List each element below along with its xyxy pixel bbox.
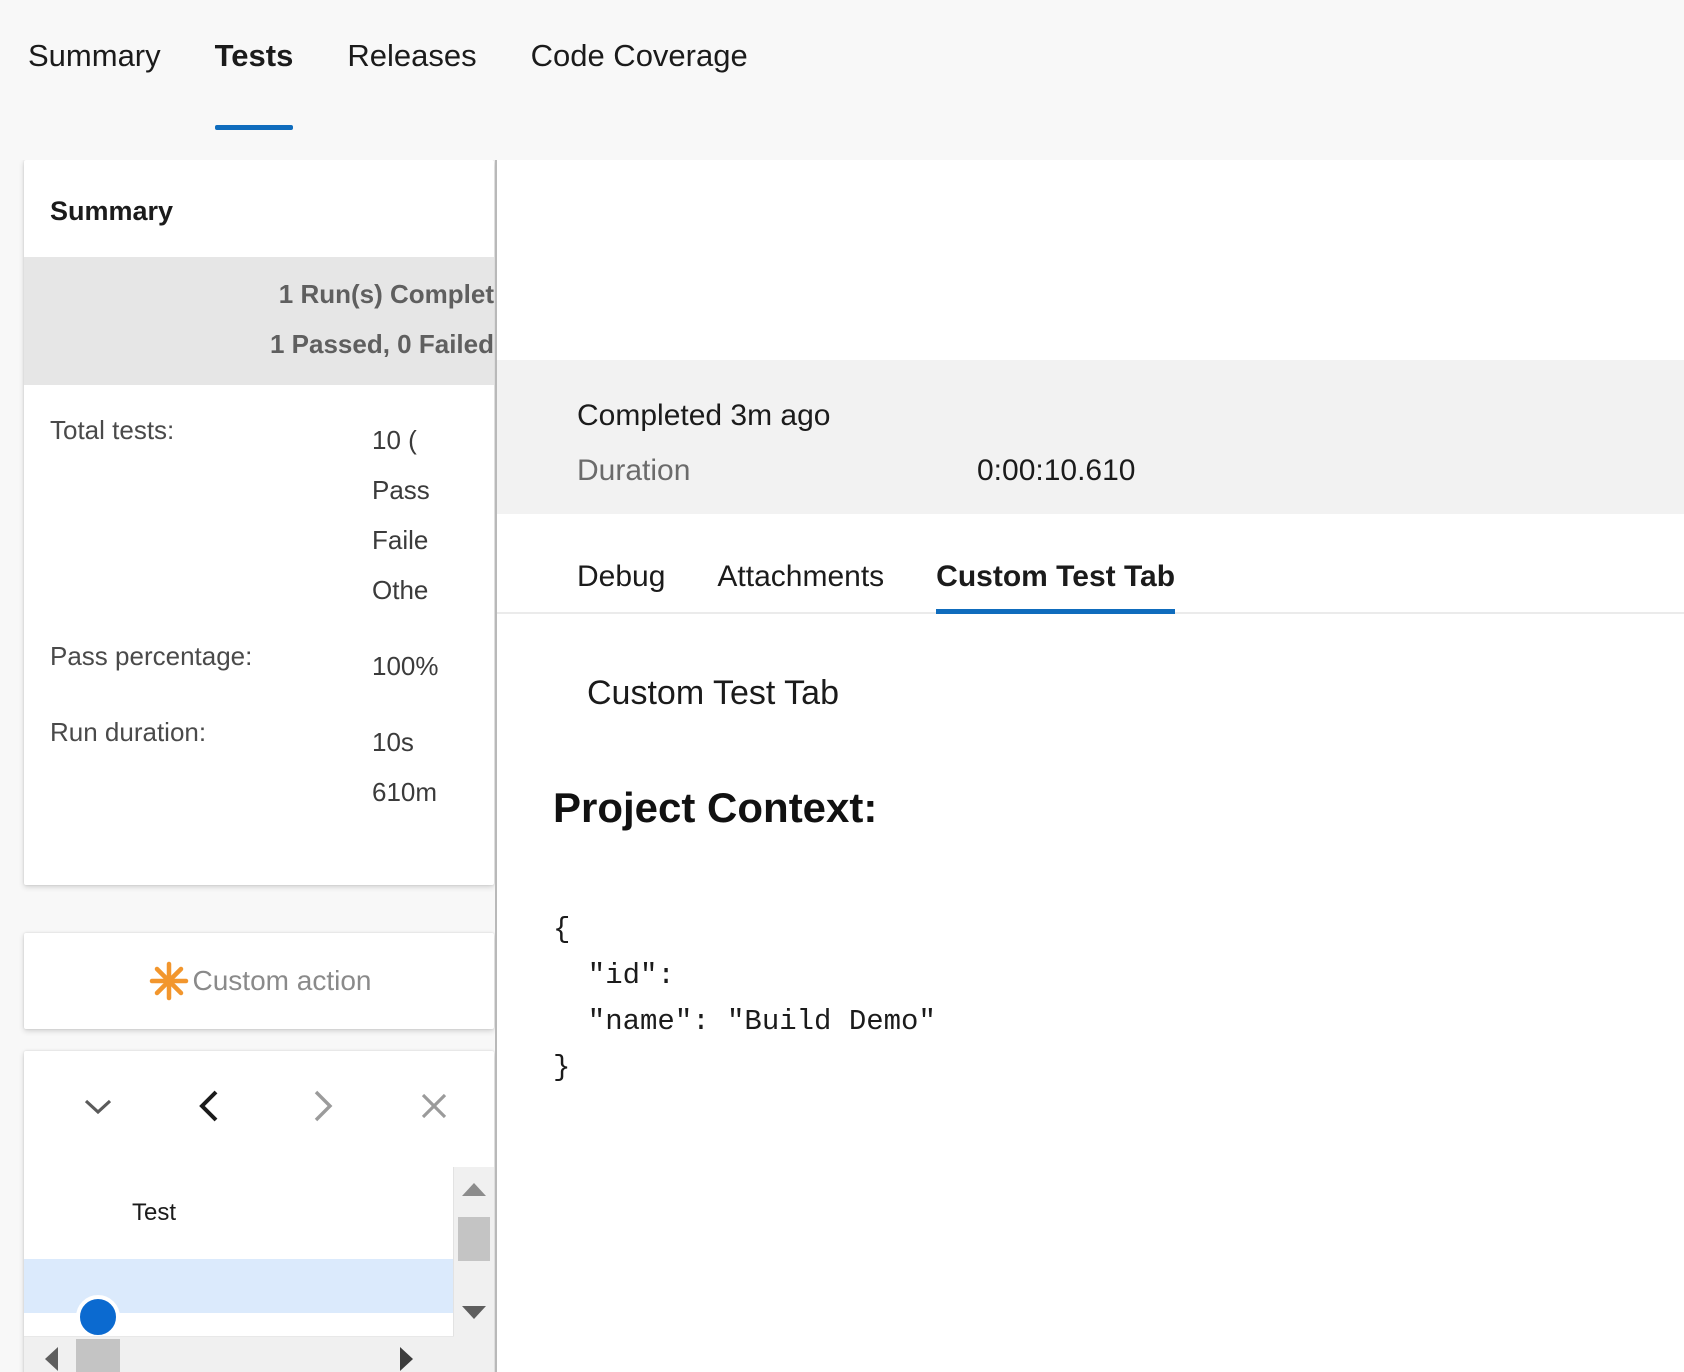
summary-row-run-duration: Run duration: 10s 610m [24, 717, 494, 817]
scroll-up-arrow[interactable] [454, 1167, 494, 1211]
duration-label: Duration [577, 454, 977, 488]
duration-row: Duration 0:00:10.610 [497, 454, 1684, 488]
scroll-left-arrow[interactable] [30, 1337, 72, 1372]
detail-tab-content: Custom Test Tab Project Context: { "id":… [497, 630, 1684, 1372]
custom-action-content: Custom action [147, 959, 372, 1003]
summary-card: Summary 1 Run(s) Complet 1 Passed, 0 Fai… [24, 160, 494, 885]
test-run-circle-icon [76, 1295, 120, 1339]
asterisk-icon [147, 959, 191, 1003]
detail-panel-header: Completed 3m ago Duration 0:00:10.610 [497, 360, 1684, 514]
scroll-down-arrow[interactable] [454, 1291, 494, 1335]
summary-statistics-list: Total tests: 10 ( Pass Faile Othe Pass p… [24, 385, 494, 817]
custom-action-button[interactable]: Custom action [24, 933, 494, 1029]
test-detail-panel: Completed 3m ago Duration 0:00:10.610 De… [495, 160, 1684, 1372]
top-nav-tab-list: Summary Tests Releases Code Coverage [0, 0, 1684, 84]
run-duration-value: 10s 610m [372, 717, 437, 817]
tab-releases[interactable]: Releases [347, 28, 504, 84]
summary-row-pass-percentage: Pass percentage: 100% [24, 641, 494, 691]
run-duration-label: Run duration: [24, 717, 372, 748]
test-results-card: Test [24, 1051, 494, 1372]
duration-value: 0:00:10.610 [977, 454, 1135, 488]
grid-vertical-scroll-thumb[interactable] [458, 1217, 490, 1261]
grid-scroll-corner [454, 1337, 494, 1372]
tab-summary[interactable]: Summary [28, 28, 189, 84]
chevron-down-icon[interactable] [42, 1070, 154, 1142]
total-tests-label: Total tests: [24, 415, 372, 446]
tab-debug[interactable]: Debug [577, 560, 665, 612]
left-results-pane: Summary 1 Run(s) Complet 1 Passed, 0 Fai… [0, 160, 500, 1372]
tab-code-coverage[interactable]: Code Coverage [531, 28, 776, 84]
run-status-banner: 1 Run(s) Complet 1 Passed, 0 Failed [24, 257, 494, 385]
grid-horizontal-scroll-thumb[interactable] [76, 1339, 120, 1372]
grid-header-row: Test [24, 1167, 494, 1259]
table-row[interactable] [24, 1259, 494, 1313]
scroll-right-arrow[interactable] [386, 1337, 428, 1372]
pass-percentage-value: 100% [372, 641, 439, 691]
run-status-line-1: 1 Run(s) Complet [24, 269, 494, 319]
summary-card-title: Summary [24, 160, 494, 257]
pass-percentage-label: Pass percentage: [24, 641, 372, 672]
tab-custom-test-tab[interactable]: Custom Test Tab [936, 560, 1175, 612]
custom-action-label: Custom action [193, 965, 372, 997]
project-context-heading: Project Context: [553, 718, 1684, 836]
grid-horizontal-scrollbar[interactable] [24, 1336, 454, 1372]
summary-row-total-tests: Total tests: 10 ( Pass Faile Othe [24, 415, 494, 615]
top-navigation-bar: Summary Tests Releases Code Coverage [0, 0, 1684, 160]
tab-attachments[interactable]: Attachments [717, 560, 884, 612]
chevron-right-icon[interactable] [266, 1070, 378, 1142]
project-context-code-block: { "id": "name": "Build Demo" } [553, 865, 1684, 1091]
close-icon[interactable] [378, 1070, 490, 1142]
results-toolbar [24, 1051, 494, 1161]
run-status-line-2: 1 Passed, 0 Failed [24, 319, 494, 369]
custom-tab-title: Custom Test Tab [553, 630, 1684, 718]
grid-column-header-test[interactable]: Test [24, 1199, 284, 1227]
detail-tab-list: Debug Attachments Custom Test Tab [497, 520, 1684, 614]
completed-timestamp: Completed 3m ago [497, 390, 1684, 442]
tab-tests[interactable]: Tests [215, 28, 322, 84]
total-tests-value: 10 ( Pass Faile Othe [372, 415, 430, 615]
chevron-left-icon[interactable] [154, 1070, 266, 1142]
